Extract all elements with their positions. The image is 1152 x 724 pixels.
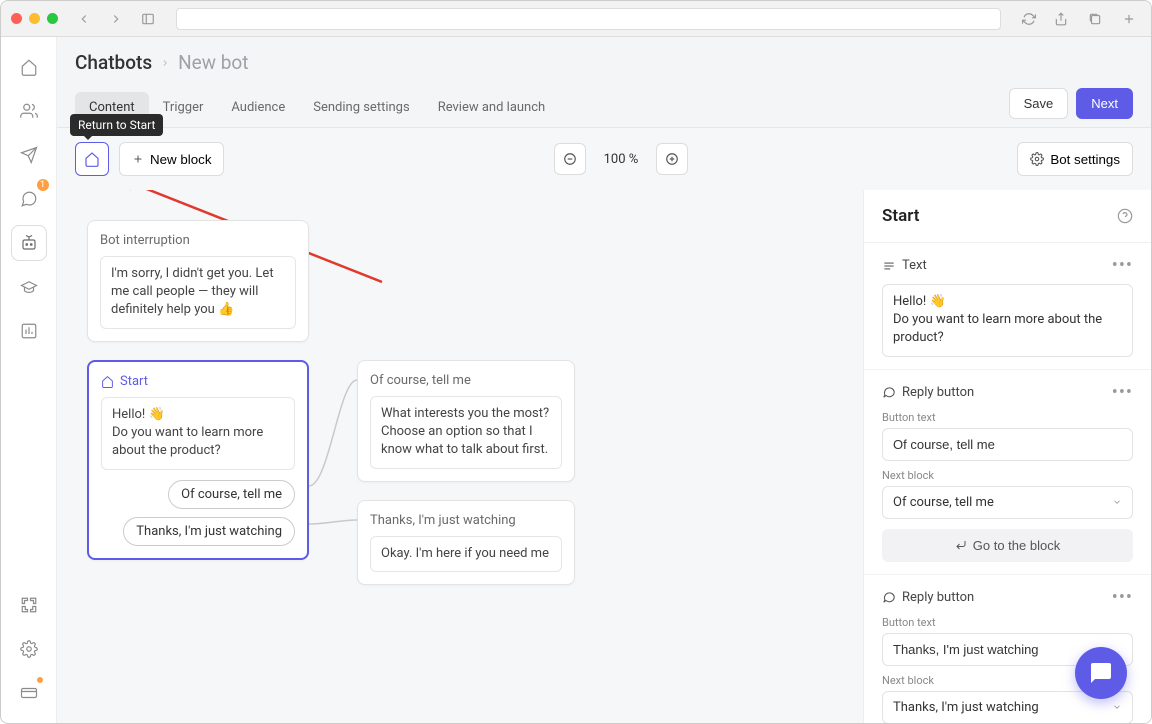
sidebar-item-billing[interactable] — [11, 675, 47, 711]
tab-sending-settings[interactable]: Sending settings — [299, 92, 423, 123]
gear-icon — [1030, 152, 1044, 166]
reply-option[interactable]: Thanks, I'm just watching — [123, 517, 295, 546]
sidebar-item-campaigns[interactable] — [11, 137, 47, 173]
next-block-select[interactable]: Of course, tell me — [882, 486, 1133, 519]
sidebar-toggle-icon[interactable] — [136, 8, 160, 30]
chevron-down-icon — [1112, 497, 1122, 507]
help-icon[interactable] — [1117, 208, 1133, 224]
reply-icon — [882, 590, 896, 604]
more-icon[interactable]: ••• — [1112, 587, 1133, 608]
sidebar-item-reports[interactable] — [11, 313, 47, 349]
breadcrumb-current: New bot — [178, 51, 248, 74]
sidebar-item-chatbots[interactable] — [11, 225, 47, 261]
sidebar-item-home[interactable] — [11, 49, 47, 85]
bot-settings-label: Bot settings — [1050, 152, 1120, 167]
block-start[interactable]: Start Hello! 👋 Do you want to learn more… — [87, 360, 309, 560]
flow-canvas[interactable]: Bot interruption I'm sorry, I didn't get… — [57, 190, 863, 723]
sidebar-item-integrations[interactable] — [11, 587, 47, 623]
block-title: Of course, tell me — [370, 373, 562, 388]
home-button-tooltip: Return to Start — [70, 114, 163, 136]
more-icon[interactable]: ••• — [1112, 382, 1133, 403]
plus-icon — [132, 153, 144, 165]
text-content[interactable]: Hello! 👋 Do you want to learn more about… — [882, 284, 1133, 357]
reply-option[interactable]: Of course, tell me — [168, 480, 295, 509]
field-label: Next block — [882, 469, 1133, 482]
chevron-down-icon — [1112, 702, 1122, 712]
block-bot-interruption[interactable]: Bot interruption I'm sorry, I didn't get… — [87, 220, 309, 342]
breadcrumb: Chatbots New bot — [75, 51, 1133, 74]
return-to-start-button[interactable] — [75, 142, 109, 176]
block-message: Hello! 👋 Do you want to learn more about… — [101, 397, 295, 470]
block-title: Thanks, I'm just watching — [370, 513, 562, 528]
tab-audience[interactable]: Audience — [217, 92, 299, 123]
notification-dot — [37, 677, 43, 683]
tab-review-launch[interactable]: Review and launch — [424, 92, 560, 123]
field-label: Button text — [882, 411, 1133, 424]
zoom-value: 100 % — [594, 152, 649, 167]
save-button[interactable]: Save — [1009, 88, 1069, 119]
section-label: Text — [902, 258, 927, 273]
window-close-icon[interactable] — [11, 13, 22, 24]
chat-bubble-icon — [1089, 661, 1113, 685]
block-message: I'm sorry, I didn't get you. Let me call… — [100, 256, 296, 329]
url-bar[interactable] — [176, 8, 1001, 30]
zoom-in-button[interactable] — [656, 143, 688, 175]
bot-settings-button[interactable]: Bot settings — [1017, 142, 1133, 176]
button-text-input[interactable] — [882, 428, 1133, 461]
block-title: Bot interruption — [100, 233, 296, 248]
refresh-icon[interactable] — [1017, 8, 1041, 30]
chat-widget-button[interactable] — [1075, 647, 1127, 699]
new-block-label: New block — [150, 152, 211, 167]
goto-block-button[interactable]: Go to the block — [882, 529, 1133, 562]
connector-line — [309, 360, 359, 560]
block-thanks[interactable]: Thanks, I'm just watching Okay. I'm here… — [357, 500, 575, 585]
home-icon — [84, 151, 100, 167]
more-icon[interactable]: ••• — [1112, 255, 1133, 276]
block-message: What interests you the most? Choose an o… — [370, 396, 562, 469]
sidebar-item-settings[interactable] — [11, 631, 47, 667]
window-minimize-icon[interactable] — [29, 13, 40, 24]
new-block-button[interactable]: New block — [119, 142, 224, 176]
nav-forward-button[interactable] — [104, 8, 128, 30]
text-icon — [882, 259, 896, 273]
block-message: Okay. I'm here if you need me — [370, 536, 562, 572]
sidebar-badge: 1 — [37, 179, 49, 191]
home-icon — [101, 375, 114, 388]
field-label: Button text — [882, 616, 1133, 629]
sidebar-item-conversations[interactable]: 1 — [11, 181, 47, 217]
tabs-icon[interactable] — [1083, 8, 1107, 30]
section-label: Reply button — [902, 590, 974, 605]
window-maximize-icon[interactable] — [47, 13, 58, 24]
breadcrumb-root[interactable]: Chatbots — [75, 51, 152, 74]
block-of-course[interactable]: Of course, tell me What interests you th… — [357, 360, 575, 482]
panel-title: Start — [882, 206, 919, 226]
reply-icon — [882, 385, 896, 399]
nav-back-button[interactable] — [72, 8, 96, 30]
new-tab-icon[interactable] — [1117, 8, 1141, 30]
section-label: Reply button — [902, 385, 974, 400]
app-sidebar: 1 — [1, 37, 57, 723]
sidebar-item-education[interactable] — [11, 269, 47, 305]
zoom-out-button[interactable] — [554, 143, 586, 175]
browser-chrome — [1, 1, 1151, 37]
arrow-return-icon — [955, 539, 967, 551]
sidebar-item-subscribers[interactable] — [11, 93, 47, 129]
inspector-panel: Start Text ••• Hello! 👋 — [863, 190, 1151, 723]
share-icon[interactable] — [1049, 8, 1073, 30]
next-button[interactable]: Next — [1076, 88, 1133, 119]
block-title: Start — [101, 374, 295, 389]
